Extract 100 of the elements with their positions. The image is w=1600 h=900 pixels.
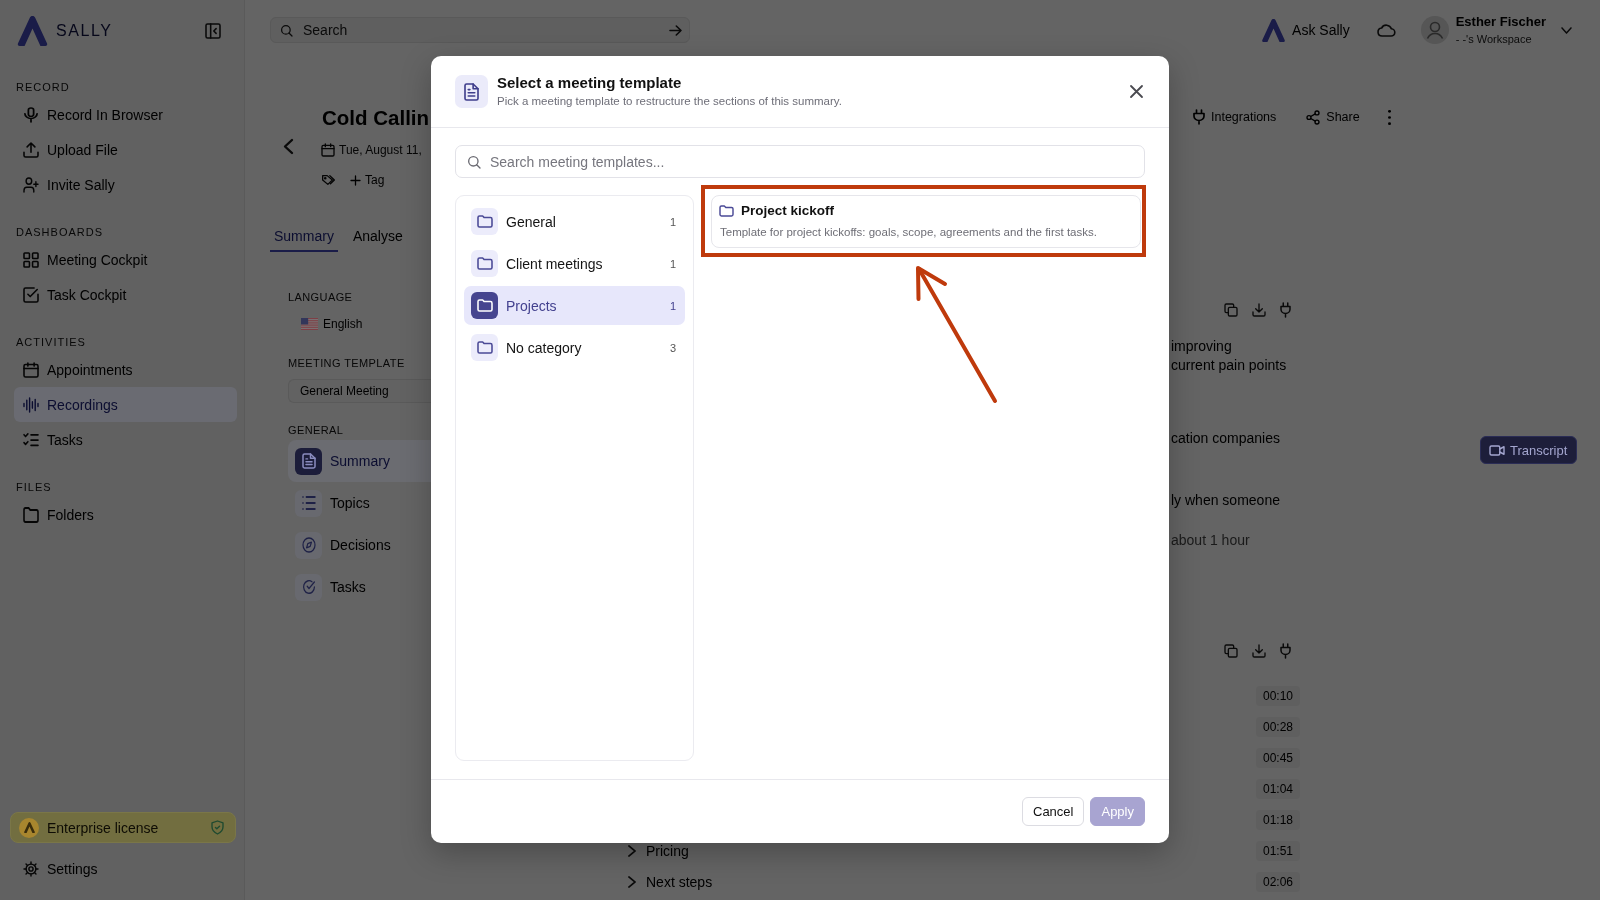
- plug-icon[interactable]: [1281, 644, 1290, 658]
- cancel-button[interactable]: Cancel: [1022, 797, 1085, 826]
- tag-icon: [322, 175, 335, 185]
- category-item[interactable]: Projects 1: [464, 286, 685, 325]
- meeting-title: Cold Callin: [322, 105, 430, 131]
- section-item[interactable]: Topics: [288, 482, 431, 524]
- sidebar-item[interactable]: Meeting Cockpit: [14, 242, 237, 277]
- sidebar-item[interactable]: Recordings: [14, 387, 237, 422]
- section-label: ACTIVITIES: [15, 335, 87, 349]
- document-icon: [295, 447, 322, 475]
- copy-icon[interactable]: [1225, 645, 1237, 657]
- folder-icon: [24, 507, 38, 522]
- summary-text: cation companies: [1171, 429, 1280, 448]
- checklist-icon: [24, 432, 38, 447]
- logo-icon: [1262, 18, 1286, 42]
- summary-text: about 1 hour: [1171, 531, 1250, 550]
- upload-icon: [24, 142, 38, 157]
- tab[interactable]: Analyse: [348, 222, 407, 252]
- sidebar-item[interactable]: Settings: [14, 851, 237, 886]
- section-item[interactable]: Decisions: [288, 524, 431, 566]
- folder-icon: [471, 334, 498, 361]
- template-select[interactable]: General Meeting: [288, 379, 431, 403]
- chevron-left-icon[interactable]: [285, 140, 292, 153]
- document-icon: [455, 75, 488, 108]
- compass-icon: [295, 531, 322, 559]
- sidebar-item[interactable]: Folders: [14, 497, 237, 532]
- section-label: LANGUAGE: [287, 290, 354, 304]
- timestamp[interactable]: 01:04: [1256, 778, 1301, 799]
- logo-icon: [16, 16, 49, 46]
- download-icon[interactable]: [1253, 304, 1265, 316]
- logo-icon: [19, 817, 39, 838]
- section-label: FILES: [15, 480, 53, 494]
- folder-icon: [471, 250, 498, 277]
- plug-icon[interactable]: [1281, 303, 1290, 317]
- search-icon: [281, 24, 292, 36]
- section-item[interactable]: Tasks: [288, 566, 431, 608]
- settings-icon: [24, 861, 38, 876]
- integrations-button[interactable]: Integrations: [1184, 102, 1287, 132]
- avatar-icon[interactable]: [1420, 16, 1449, 44]
- logo-text: SALLY: [56, 22, 113, 40]
- dialog-subtitle: Pick a meeting template to restructure the sections of this summary.: [497, 94, 843, 109]
- timestamp[interactable]: 02:06: [1256, 871, 1301, 892]
- share-icon: [1307, 110, 1320, 124]
- search-field[interactable]: Search: [270, 17, 690, 43]
- category-item[interactable]: General 1: [464, 202, 685, 241]
- sidebar-item[interactable]: Tasks: [14, 422, 237, 457]
- share-button[interactable]: Share: [1297, 102, 1370, 132]
- sidebar-item[interactable]: Invite Sally: [14, 167, 237, 202]
- section-label: DASHBOARDS: [15, 225, 105, 239]
- folder-icon: [471, 292, 498, 319]
- dialog-title: Select a meeting template: [497, 73, 683, 93]
- tab[interactable]: Summary: [270, 222, 338, 252]
- summary-text: ly when someone: [1171, 491, 1280, 510]
- chapter-title[interactable]: Pricing: [646, 844, 689, 858]
- shield-check-icon: [212, 821, 223, 834]
- timestamp[interactable]: 00:45: [1256, 747, 1301, 768]
- license-banner[interactable]: Enterprise license: [10, 812, 236, 843]
- chevron-right-icon[interactable]: [629, 846, 635, 856]
- download-icon[interactable]: [1253, 645, 1265, 657]
- chevron-right-icon[interactable]: [629, 877, 635, 887]
- timestamp[interactable]: 00:28: [1256, 716, 1301, 737]
- cloud-icon[interactable]: [1377, 24, 1395, 36]
- video-camera-icon: [1490, 445, 1504, 455]
- sidebar-item[interactable]: Task Cockpit: [14, 277, 237, 312]
- timestamp[interactable]: 00:10: [1256, 685, 1301, 706]
- template-title: Project kickoff: [741, 202, 835, 220]
- checkbox-icon: [24, 287, 38, 302]
- section-label: GENERAL: [287, 423, 345, 437]
- template-card[interactable]: Project kickoff Template for project kickoffs: goals, scope, agreements and the first tasks.: [711, 195, 1141, 248]
- search-icon: [468, 155, 480, 168]
- sidebar-toggle-icon[interactable]: [206, 24, 220, 38]
- folder-icon: [471, 208, 498, 235]
- sidebar-item[interactable]: Appointments: [14, 352, 237, 387]
- copy-icon[interactable]: [1225, 304, 1237, 316]
- language-value: English: [323, 317, 363, 331]
- arrow-right-icon[interactable]: [670, 25, 681, 35]
- waveform-icon: [24, 397, 38, 412]
- workspace-name: - -'s Workspace: [1455, 32, 1533, 46]
- timestamp[interactable]: 01:51: [1256, 840, 1301, 861]
- calendar-icon: [24, 362, 38, 377]
- sidebar-item[interactable]: Record In Browser: [14, 97, 237, 132]
- user-name: Esther Fischer: [1455, 14, 1546, 30]
- chapter-title[interactable]: Next steps: [646, 875, 713, 889]
- meeting-date: Tue, August 11,: [339, 143, 422, 157]
- section-item[interactable]: Summary: [288, 440, 431, 482]
- sidebar-item[interactable]: Upload File: [14, 132, 237, 167]
- timestamp[interactable]: 01:18: [1256, 809, 1301, 830]
- more-icon[interactable]: [1387, 109, 1391, 125]
- user-plus-icon: [24, 177, 38, 192]
- category-item[interactable]: Client meetings 1: [464, 244, 685, 283]
- add-tag-button[interactable]: Tag: [351, 173, 385, 187]
- plus-icon: [351, 175, 360, 185]
- plug-icon: [1194, 110, 1204, 124]
- close-icon[interactable]: [1131, 86, 1142, 97]
- transcript-button[interactable]: Transcript: [1480, 436, 1578, 464]
- chevron-down-icon[interactable]: [1562, 27, 1571, 33]
- assistant-button[interactable]: Ask Sally: [1262, 18, 1350, 42]
- calendar-icon: [322, 144, 334, 156]
- category-item[interactable]: No category 3: [464, 328, 685, 367]
- microphone-icon: [24, 107, 38, 122]
